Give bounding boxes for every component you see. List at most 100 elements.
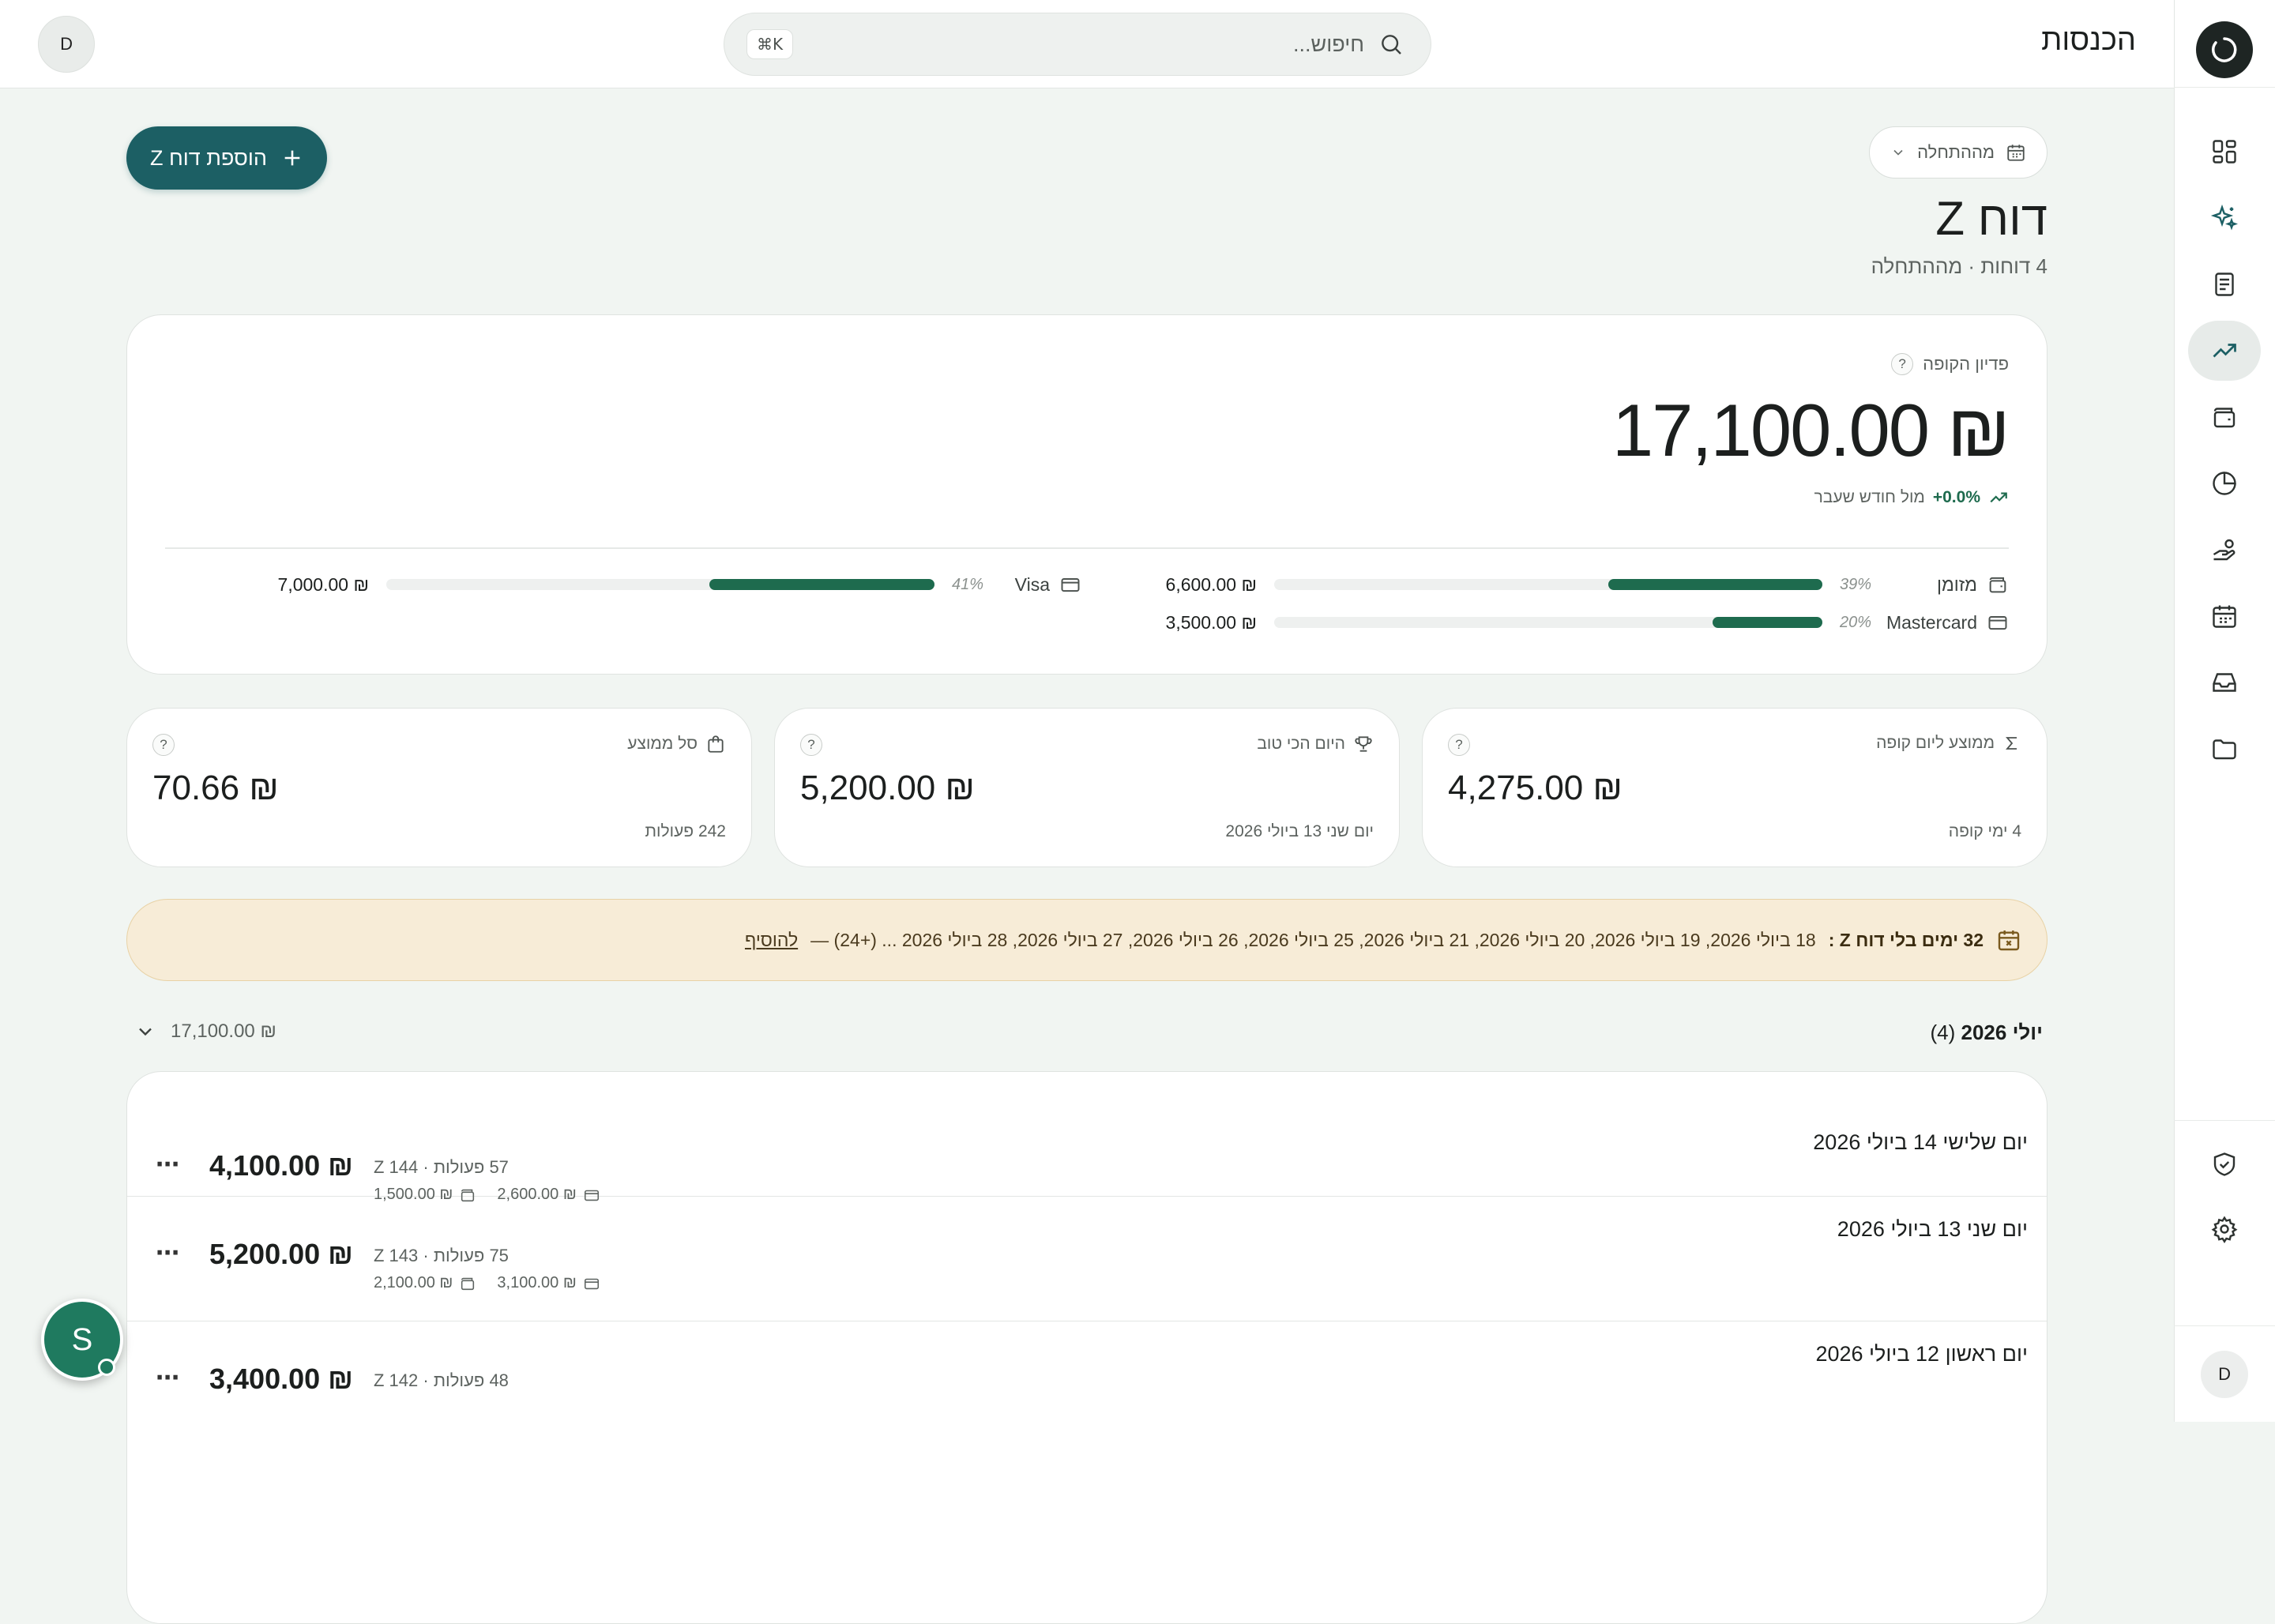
report-meta: 57 פעולות · Z 144 [374,1157,509,1178]
payment-method-percent: 20% [1840,614,1890,632]
payment-method-cash: מזומן 39% ₪ 6,600.00 [1166,573,2009,596]
z-report-row[interactable]: יום שלישי 14 ביולי 2026 57 פעולות · Z 14… [127,1072,2047,1197]
report-meta: 48 פעולות · Z 142 [374,1370,509,1391]
progress-bar-track [1274,579,1822,590]
inbox-icon [2210,668,2239,697]
progress-bar-fill [709,579,934,590]
sidebar-user-avatar[interactable]: D [2201,1351,2248,1398]
report-amount: ₪ 4,100.00 [209,1149,353,1182]
search-icon [1378,32,1404,57]
wallet-icon [1987,573,2009,596]
report-breakdown: ₪ 3,100.00 ₪ 2,100.00 [374,1274,600,1292]
main-content: מההתחלה הוספת דוח Z דוח Z 4 דוחות · מההת… [0,88,2174,1422]
stat-label: היום הכי טוב [1257,735,1345,754]
banner-add-link[interactable]: להוסיף [745,930,798,951]
hand-coins-icon [2210,536,2239,564]
stat-label: סל ממוצע [627,735,698,754]
user-avatar[interactable]: D [38,16,95,73]
card-total-value: ₪ 3,100.00 [497,1274,576,1292]
app-logo[interactable] [2196,21,2253,78]
sidebar-divider [2174,87,2275,88]
z-report-row[interactable]: יום שני 13 ביולי 2026 75 פעולות · Z 143 … [127,1197,2047,1321]
stat-label-row: ממוצע ליום קופה [1876,734,2021,753]
trending-up-icon [2210,336,2239,365]
trend-up-icon [1988,487,2009,508]
sidebar-item-dashboard[interactable] [2188,122,2261,182]
sidebar-item-inbox[interactable] [2188,652,2261,712]
wallet-icon [2210,403,2239,431]
topbar: הכנסות חיפוש... ⌘K D [0,0,2174,88]
credit-card-icon [1059,573,1081,596]
stat-label-row: סל ממוצע [627,734,726,754]
payment-method-percent: 41% [952,576,1002,594]
progress-bar-fill [1713,617,1822,628]
help-icon[interactable]: ? [800,734,822,756]
month-group-header[interactable]: יולי 2026 (4) ₪ 17,100.00 [126,1017,2048,1049]
shopping-bag-icon [705,734,726,754]
app-title: הכנסות [2041,24,2136,58]
progress-bar-fill [1608,579,1822,590]
payment-method-visa: Visa 41% ₪ 7,000.00 [278,573,1081,596]
more-options-icon[interactable]: ⋯ [156,1364,180,1392]
sidebar-item-payments[interactable] [2188,520,2261,580]
revenue-trend: +0.0% מול חודש שעבר [1814,487,2009,508]
stat-value: ₪ 70.66 [152,769,279,808]
add-button-label: הוספת דוח Z [150,146,267,171]
stat-card-best-day: היום הכי טוב ? ₪ 5,200.00 יום שני 13 ביו… [774,708,1400,867]
help-icon[interactable]: ? [1448,734,1470,756]
sidebar-item-insights[interactable] [2188,188,2261,248]
shield-check-icon [2210,1150,2239,1179]
sidebar-item-documents[interactable] [2188,254,2261,314]
sidebar-item-settings[interactable] [2188,1199,2261,1259]
payment-method-name: Mastercard [1890,612,1977,633]
stat-subtext: יום שני 13 ביולי 2026 [1225,822,1374,841]
search-bar[interactable]: חיפוש... ⌘K [724,13,1431,76]
sidebar-item-security[interactable] [2188,1134,2261,1194]
pie-chart-icon [2210,469,2239,498]
stat-value: ₪ 5,200.00 [800,769,975,808]
calendar-x-icon [1996,927,2021,953]
period-filter-dropdown[interactable]: מההתחלה [1869,126,2048,179]
banner-title: 32 ימים בלי דוח Z : [1829,930,1984,951]
more-options-icon[interactable]: ⋯ [156,1239,180,1267]
add-z-report-button[interactable]: הוספת דוח Z [126,126,327,190]
z-report-row[interactable]: יום ראשון 12 ביולי 2026 48 פעולות · Z 14… [127,1321,2047,1446]
plus-icon [281,147,303,169]
sidebar-item-calendar[interactable] [2188,586,2261,646]
report-meta: 75 פעולות · Z 143 [374,1246,509,1266]
sidebar-item-wallet[interactable] [2188,387,2261,447]
chevron-down-icon[interactable] [134,1021,156,1043]
calendar-icon [2006,142,2026,163]
sidebar-item-reports[interactable] [2188,453,2261,513]
more-options-icon[interactable]: ⋯ [156,1151,180,1179]
cash-total-value: ₪ 2,100.00 [374,1274,453,1292]
stat-subtext: 242 פעולות [645,822,726,841]
credit-card-icon [1987,611,2009,633]
logo-ring-icon [2209,34,2240,66]
settings-gear-icon [2210,1215,2239,1243]
sidebar-item-files[interactable] [2188,719,2261,779]
chevron-down-icon [1890,145,1906,160]
sidebar-item-income[interactable] [2188,321,2261,381]
sidebar-divider [2174,1325,2275,1326]
online-status-dot [98,1359,115,1376]
report-amount: ₪ 5,200.00 [209,1238,353,1271]
month-title: יולי 2026 (4) [1930,1021,2043,1045]
search-input[interactable]: חיפוש... [793,32,1364,57]
payment-method-value: ₪ 3,500.00 [1166,612,1257,633]
month-total: ₪ 17,100.00 [171,1021,276,1043]
stat-card-avg-per-day: ממוצע ליום קופה ? ₪ 4,275.00 4 ימי קופה [1422,708,2048,867]
trophy-icon [1353,734,1374,754]
payment-method-percent: 39% [1840,576,1890,594]
sigma-icon [2002,734,2021,753]
divider [165,547,2009,549]
stat-card-avg-basket: סל ממוצע ? ₪ 70.66 242 פעולות [126,708,752,867]
revenue-amount: ₪ 17,100.00 [1612,388,2009,473]
report-date: יום שני 13 ביולי 2026 [1837,1217,2028,1242]
help-icon[interactable]: ? [1891,353,1913,375]
report-date: יום ראשון 12 ביולי 2026 [1815,1342,2028,1366]
help-icon[interactable]: ? [152,734,175,756]
payment-method-name: מזומן [1890,574,1977,596]
z-report-list: יום שלישי 14 ביולי 2026 57 פעולות · Z 14… [126,1071,2048,1624]
sidebar-divider [2174,1120,2275,1121]
